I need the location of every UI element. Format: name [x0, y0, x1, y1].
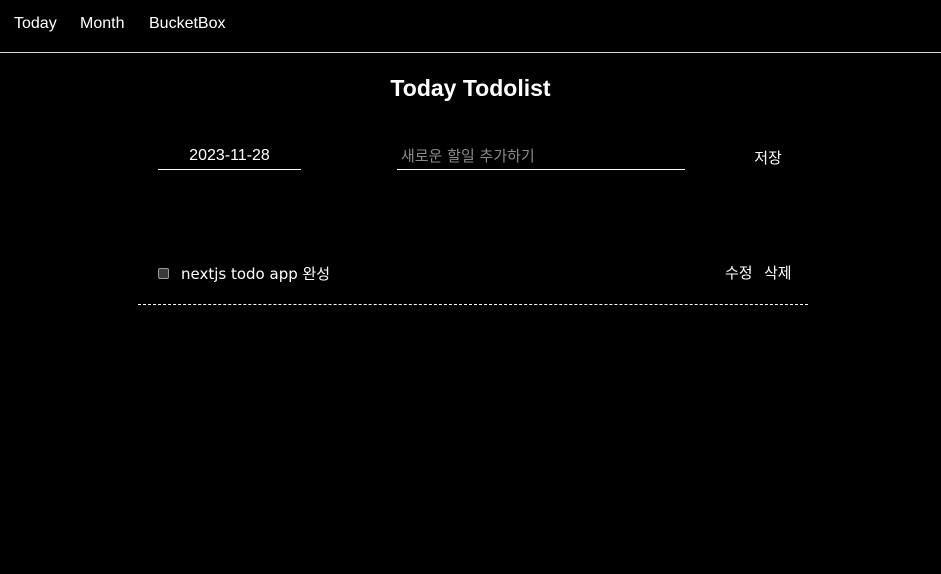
page-title: Today Todolist — [390, 75, 551, 101]
top-nav: Today Month BucketBox — [0, 0, 941, 53]
new-todo-input[interactable] — [397, 142, 685, 170]
nav-link-month[interactable]: Month — [80, 14, 124, 34]
todo-item: nextjs todo app 완성 수정 삭제 — [138, 258, 808, 305]
todo-text: nextjs todo app 완성 — [181, 265, 331, 283]
nav-link-bucketbox[interactable]: BucketBox — [149, 14, 225, 34]
nav-link-today[interactable]: Today — [14, 14, 57, 34]
todo-checkbox[interactable] — [158, 268, 169, 279]
date-field[interactable] — [158, 143, 301, 170]
delete-button[interactable]: 삭제 — [764, 263, 792, 283]
save-button[interactable]: 저장 — [746, 146, 790, 168]
edit-button[interactable]: 수정 — [725, 263, 753, 283]
